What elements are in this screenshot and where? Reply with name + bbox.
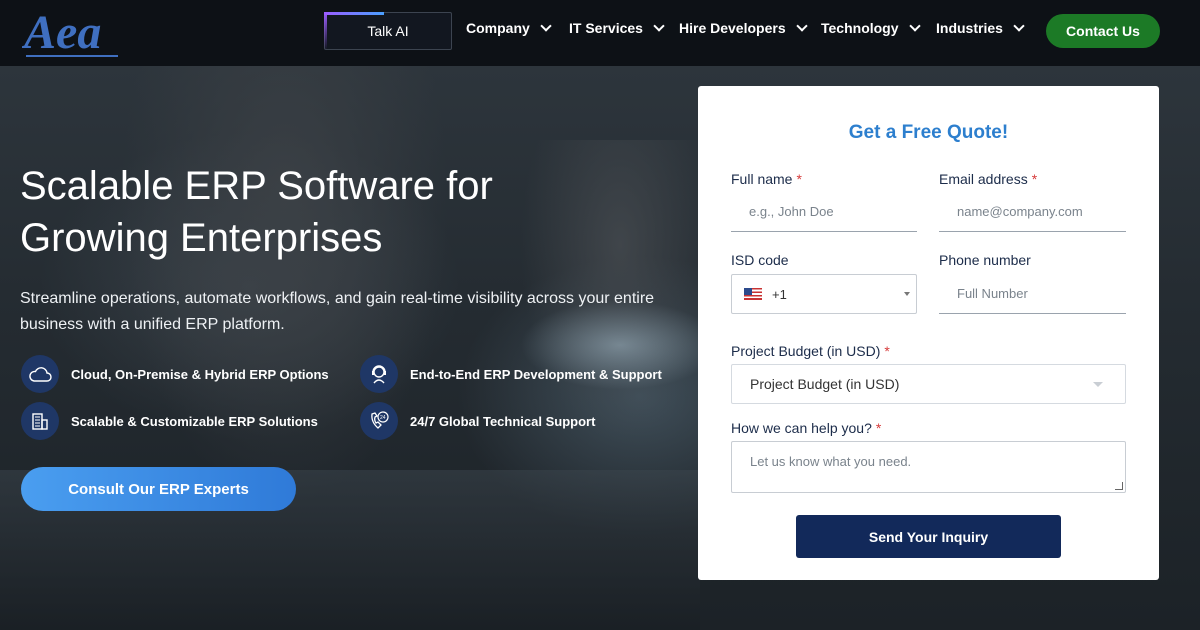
email-label: Email address * [939, 171, 1037, 187]
hero-title: Scalable ERP Software for Growing Enterp… [20, 160, 640, 264]
phone-label: Phone number [939, 252, 1031, 268]
feature-global-support: 24 24/7 Global Technical Support [360, 402, 595, 440]
isd-code-value: +1 [772, 286, 787, 302]
budget-label: Project Budget (in USD) * [731, 343, 890, 359]
nav-company-label: Company [466, 20, 530, 36]
send-inquiry-label: Send Your Inquiry [868, 528, 989, 545]
company-logo[interactable]: Aea [21, 0, 122, 62]
feature-label: End-to-End ERP Development & Support [410, 366, 662, 382]
caret-down-icon [1093, 382, 1103, 387]
hero-title-line-1: Scalable ERP Software for [20, 164, 493, 208]
full-name-placeholder: e.g., John Doe [749, 204, 834, 219]
email-label-text: Email address [939, 171, 1028, 187]
feature-cloud-options: Cloud, On-Premise & Hybrid ERP Options [21, 355, 329, 393]
chevron-down-icon [908, 20, 921, 32]
svg-text:24: 24 [380, 415, 386, 421]
phone-input[interactable]: Full Number [939, 274, 1126, 314]
full-name-label-text: Full name [731, 171, 793, 187]
talk-ai-label: Talk AI [367, 23, 409, 39]
chevron-down-icon [1013, 20, 1025, 32]
hero-subtitle: Streamline operations, automate workflow… [20, 290, 655, 333]
isd-code-select[interactable]: +1 [731, 274, 917, 314]
chevron-down-icon [540, 20, 552, 32]
required-mark: * [875, 420, 882, 436]
contact-us-button[interactable]: Contact Us [1046, 14, 1160, 48]
feature-development-support: End-to-End ERP Development & Support [360, 355, 662, 393]
nav-it-services-label: IT Services [569, 20, 643, 36]
required-mark: * [1031, 171, 1038, 187]
hero-title-line-2: Growing Enterprises [20, 216, 383, 260]
feature-label: Scalable & Customizable ERP Solutions [71, 413, 318, 429]
help-textarea[interactable]: Let us know what you need. [731, 441, 1126, 493]
budget-label-text: Project Budget (in USD) [731, 343, 881, 359]
caret-down-icon [904, 292, 910, 296]
site-header: Aea Talk AI Company IT Services Hire Dev… [0, 0, 1200, 66]
nav-hire-developers-label: Hire Developers [679, 20, 786, 36]
phone-placeholder: Full Number [957, 286, 1028, 301]
chevron-down-icon [653, 20, 665, 32]
nav-technology-label: Technology [821, 20, 899, 36]
project-budget-select[interactable]: Project Budget (in USD) [731, 364, 1126, 404]
quote-form: Get a Free Quote! Full name * e.g., John … [698, 86, 1159, 580]
logo-text: Aea [22, 6, 101, 59]
full-name-label: Full name * [731, 171, 802, 187]
email-input[interactable]: name@company.com [939, 192, 1126, 232]
help-label: How we can help you? * [731, 420, 881, 436]
feature-label: 24/7 Global Technical Support [410, 413, 596, 429]
nav-hire-developers[interactable]: Hire Developers [679, 20, 808, 36]
feature-label: Cloud, On-Premise & Hybrid ERP Options [71, 366, 329, 382]
required-mark: * [884, 343, 890, 359]
chevron-down-icon [795, 20, 808, 32]
nav-company[interactable]: Company [466, 20, 552, 36]
feature-scalable-solutions: Scalable & Customizable ERP Solutions [21, 402, 318, 440]
contact-us-label: Contact Us [1066, 23, 1140, 39]
consult-experts-label: Consult Our ERP Experts [68, 480, 249, 498]
nav-industries[interactable]: Industries [936, 20, 1025, 36]
form-title: Get a Free Quote! [848, 122, 1009, 143]
talk-ai-button[interactable]: Talk AI [324, 12, 452, 50]
developer-support-icon [360, 355, 398, 393]
required-mark: * [796, 171, 802, 187]
resize-grip-icon[interactable] [1115, 482, 1123, 490]
24-7-support-icon: 24 [360, 402, 398, 440]
nav-industries-label: Industries [936, 20, 1003, 36]
help-placeholder: Let us know what you need. [750, 454, 912, 469]
nav-technology[interactable]: Technology [821, 20, 921, 36]
send-inquiry-button[interactable]: Send Your Inquiry [796, 515, 1061, 558]
scalable-building-icon [21, 402, 59, 440]
full-name-input[interactable]: e.g., John Doe [731, 192, 917, 232]
phone-label-text: Phone number [939, 252, 1031, 268]
email-placeholder: name@company.com [957, 204, 1083, 219]
project-budget-value: Project Budget (in USD) [750, 376, 900, 392]
isd-label: ISD code [731, 252, 789, 268]
nav-it-services[interactable]: IT Services [569, 20, 665, 36]
cloud-icon [21, 355, 59, 393]
consult-experts-button[interactable]: Consult Our ERP Experts [21, 467, 296, 511]
isd-label-text: ISD code [731, 252, 789, 268]
us-flag-icon [744, 288, 762, 300]
help-label-text: How we can help you? [731, 420, 872, 436]
